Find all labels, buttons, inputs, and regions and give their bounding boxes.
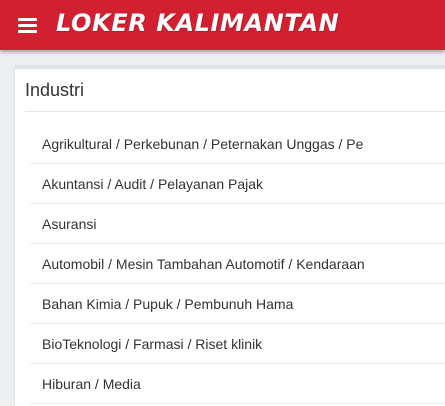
list-item[interactable]: Asuransi xyxy=(30,204,445,244)
list-item[interactable]: Agrikultural / Perkebunan / Peternakan U… xyxy=(30,124,445,164)
card-title: Industri xyxy=(25,80,85,100)
app-bar: LOKER KALIMANTAN xyxy=(0,0,445,50)
menu-line xyxy=(18,18,37,21)
list-item[interactable]: Akuntansi / Audit / Pelayanan Pajak xyxy=(30,164,445,204)
menu-line xyxy=(18,24,37,27)
list-item[interactable]: Bahan Kimia / Pupuk / Pembunuh Hama xyxy=(30,284,445,324)
hamburger-menu-icon[interactable] xyxy=(17,15,39,35)
industry-card: Industri Agrikultural / Perkebunan / Pet… xyxy=(15,66,445,406)
list-item[interactable]: Automobil / Mesin Tambahan Automotif / K… xyxy=(30,244,445,284)
industry-list: Agrikultural / Perkebunan / Peternakan U… xyxy=(30,124,445,404)
list-item[interactable]: Hiburan / Media xyxy=(30,364,445,404)
list-item[interactable]: BioTeknologi / Farmasi / Riset klinik xyxy=(30,324,445,364)
app-title: LOKER KALIMANTAN xyxy=(56,9,340,37)
divider xyxy=(25,111,445,112)
menu-line xyxy=(18,30,37,33)
